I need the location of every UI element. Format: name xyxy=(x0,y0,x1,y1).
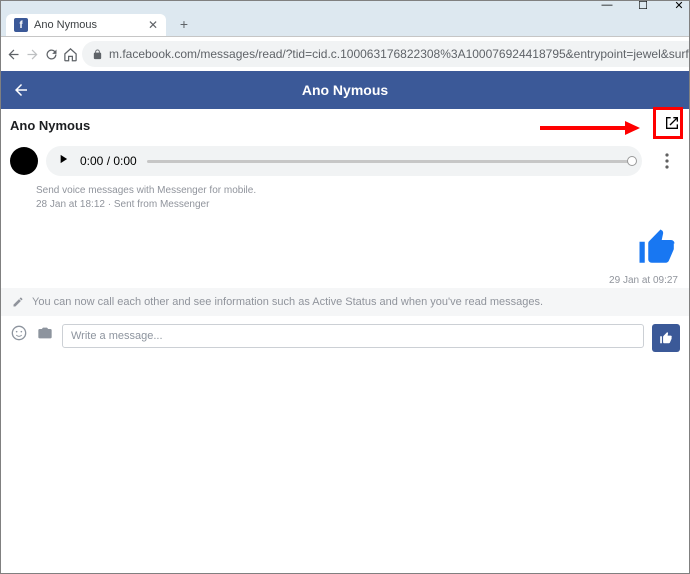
url-bar[interactable]: m.facebook.com/messages/read/?tid=cid.c.… xyxy=(82,41,690,67)
browser-chrome: — ☐ ✕ f Ano Nymous ✕ + xyxy=(0,0,690,37)
tab-title: Ano Nymous xyxy=(34,19,97,31)
home-button[interactable] xyxy=(63,41,78,67)
camera-button[interactable] xyxy=(36,324,54,342)
chat-name: Ano Nymous xyxy=(10,118,90,133)
reload-button[interactable] xyxy=(44,41,59,67)
window-close-icon[interactable]: ✕ xyxy=(672,0,686,12)
window-maximize-icon[interactable]: ☐ xyxy=(636,0,650,12)
send-like-button[interactable] xyxy=(652,324,680,352)
emoji-button[interactable] xyxy=(10,324,28,342)
meta-line-1: Send voice messages with Messenger for m… xyxy=(36,184,680,198)
facebook-favicon: f xyxy=(14,18,28,32)
page-header: Ano Nymous xyxy=(0,71,690,109)
audio-player[interactable]: 0:00 / 0:00 xyxy=(46,146,642,176)
window-minimize-icon[interactable]: — xyxy=(600,0,614,11)
banner-text: You can now call each other and see info… xyxy=(32,296,543,308)
chat-header: Ano Nymous xyxy=(0,109,690,142)
progress-track[interactable] xyxy=(147,160,632,163)
url-text: m.facebook.com/messages/read/?tid=cid.c.… xyxy=(109,47,690,61)
progress-thumb[interactable] xyxy=(627,156,637,166)
message-meta: Send voice messages with Messenger for m… xyxy=(0,180,690,216)
thumbs-up-message: 29 Jan at 09:27 xyxy=(0,216,690,288)
new-tab-button[interactable]: + xyxy=(172,12,196,36)
window-controls: — ☐ ✕ xyxy=(0,0,690,10)
audio-time: 0:00 / 0:00 xyxy=(80,154,137,168)
thumbs-up-icon[interactable] xyxy=(636,226,678,273)
lock-icon xyxy=(92,49,103,60)
meta-line-2: 28 Jan at 18:12 · Sent from Messenger xyxy=(36,198,680,212)
composer: Write a message... xyxy=(0,316,690,360)
header-back-button[interactable] xyxy=(12,81,30,99)
info-banner: You can now call each other and see info… xyxy=(0,288,690,316)
audio-message-row: 0:00 / 0:00 xyxy=(0,142,690,180)
browser-tab[interactable]: f Ano Nymous ✕ xyxy=(6,14,166,36)
thumb-timestamp: 29 Jan at 09:27 xyxy=(609,275,678,286)
tab-close-icon[interactable]: ✕ xyxy=(148,18,158,32)
message-input[interactable]: Write a message... xyxy=(62,324,644,348)
share-button[interactable] xyxy=(664,115,680,136)
back-button[interactable] xyxy=(6,41,21,67)
nav-bar: m.facebook.com/messages/read/?tid=cid.c.… xyxy=(0,37,690,71)
audio-menu-button[interactable] xyxy=(654,148,680,174)
forward-button xyxy=(25,41,40,67)
page-title: Ano Nymous xyxy=(302,82,388,98)
sender-avatar[interactable] xyxy=(10,147,38,175)
tab-bar: f Ano Nymous ✕ + xyxy=(0,10,690,36)
pencil-icon xyxy=(12,296,24,308)
play-icon[interactable] xyxy=(56,152,70,171)
